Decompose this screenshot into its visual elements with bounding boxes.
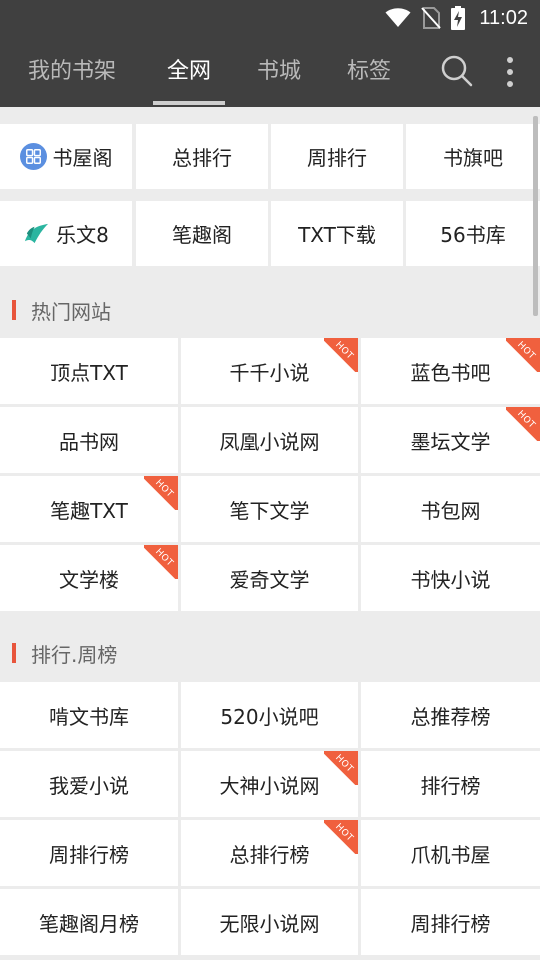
- quick-site-2[interactable]: 总排行: [136, 124, 268, 189]
- section-title: 排行.周榜: [31, 642, 118, 667]
- more-vert-icon[interactable]: [500, 55, 520, 89]
- site-cell[interactable]: 文学楼 HOT: [0, 545, 178, 611]
- quick-site-5[interactable]: 乐文8: [0, 201, 132, 266]
- tab-my-bookshelf[interactable]: 我的书架: [18, 40, 126, 107]
- site-label: 墨坛文学: [410, 429, 491, 454]
- hot-badge: HOT: [324, 751, 358, 785]
- site-label: 蓝色书吧: [410, 360, 491, 385]
- site-label: 爱奇文学: [229, 567, 310, 592]
- quick-site-label: 书旗吧: [443, 146, 503, 170]
- quick-site-3[interactable]: 周排行: [271, 124, 403, 189]
- quick-site-label: 56书库: [440, 223, 506, 247]
- site-cell[interactable]: 凤凰小说网: [181, 407, 358, 473]
- wifi-icon: [385, 8, 411, 27]
- quick-site-1[interactable]: 书屋阁: [0, 124, 132, 189]
- site-cell[interactable]: 爪机书屋: [361, 820, 540, 886]
- quick-site-6[interactable]: 笔趣阁: [136, 201, 268, 266]
- section-accent-bar: [12, 300, 16, 320]
- site-label: 总排行榜: [229, 842, 310, 867]
- site-label: 爪机书屋: [410, 842, 491, 867]
- site-label: 总推荐榜: [410, 704, 491, 729]
- site-cell[interactable]: 总推荐榜: [361, 682, 540, 748]
- clock: 11:02: [479, 6, 528, 29]
- site-label: 我爱小说: [49, 773, 129, 798]
- site-cell[interactable]: 笔趣TXT HOT: [0, 476, 178, 542]
- quick-site-label: 周排行: [307, 146, 367, 170]
- grid-app-icon: [19, 143, 47, 170]
- app-bar: 11:02 我的书架 全网 书城 标签: [0, 0, 540, 107]
- site-label: 笔趣阁月榜: [39, 911, 139, 936]
- leaf-logo-icon: [25, 223, 49, 244]
- site-label: 书包网: [420, 498, 481, 523]
- site-cell[interactable]: 墨坛文学 HOT: [361, 407, 540, 473]
- site-cell[interactable]: 无限小说网: [181, 889, 358, 955]
- site-label: 笔下文学: [229, 498, 310, 523]
- section-header-hot-sites: 热门网站: [0, 285, 540, 335]
- site-label: 顶点TXT: [50, 360, 128, 385]
- site-cell[interactable]: 千千小说 HOT: [181, 338, 358, 404]
- site-cell[interactable]: 笔趣阁月榜: [0, 889, 178, 955]
- quick-site-7[interactable]: TXT下载: [271, 201, 403, 266]
- quick-site-label: 笔趣阁: [172, 223, 232, 247]
- site-label: 笔趣TXT: [50, 498, 128, 523]
- site-cell[interactable]: 顶点TXT: [0, 338, 178, 404]
- site-cell[interactable]: 周排行榜: [361, 889, 540, 955]
- quick-site-label: 书屋阁: [52, 146, 113, 170]
- site-label: 周排行榜: [410, 911, 491, 936]
- site-cell[interactable]: 笔下文学: [181, 476, 358, 542]
- site-cell[interactable]: 啃文书库: [0, 682, 178, 748]
- battery-charging-icon: [451, 6, 466, 30]
- site-cell[interactable]: 大神小说网 HOT: [181, 751, 358, 817]
- section-accent-bar: [12, 643, 16, 663]
- site-cell[interactable]: 排行榜: [361, 751, 540, 817]
- tab-tags[interactable]: 标签: [333, 40, 405, 107]
- hot-badge: HOT: [144, 545, 178, 579]
- site-cell[interactable]: 书快小说: [361, 545, 540, 611]
- site-list: 书屋阁 总排行 周排行 书旗吧 乐文8 笔趣阁 TXT下载 56书库 热门网站 …: [0, 107, 540, 960]
- site-label: 书快小说: [410, 567, 491, 592]
- site-label: 排行榜: [420, 773, 481, 798]
- site-label: 啃文书库: [49, 704, 129, 729]
- quick-site-4[interactable]: 书旗吧: [406, 124, 540, 189]
- active-tab-indicator: [153, 101, 225, 105]
- site-cell[interactable]: 爱奇文学: [181, 545, 358, 611]
- site-cell[interactable]: 我爱小说: [0, 751, 178, 817]
- no-sim-icon: [421, 7, 442, 29]
- site-label: 520小说吧: [220, 704, 319, 729]
- site-label: 周排行榜: [49, 842, 129, 867]
- section-title: 热门网站: [31, 299, 111, 324]
- site-cell[interactable]: 书包网: [361, 476, 540, 542]
- status-bar: 11:02: [385, 4, 528, 32]
- search-icon[interactable]: [441, 55, 473, 87]
- site-label: 千千小说: [229, 360, 310, 385]
- hot-badge: HOT: [324, 820, 358, 854]
- site-cell[interactable]: 周排行榜: [0, 820, 178, 886]
- site-label: 品书网: [59, 429, 119, 454]
- site-cell[interactable]: 品书网: [0, 407, 178, 473]
- site-label: 文学楼: [59, 567, 119, 592]
- site-label: 大神小说网: [219, 773, 320, 798]
- tab-whole-web[interactable]: 全网: [153, 40, 225, 107]
- quick-site-8[interactable]: 56书库: [406, 201, 540, 266]
- site-label: 凤凰小说网: [219, 429, 320, 454]
- section-header-weekly-rank: 排行.周榜: [0, 628, 540, 678]
- quick-site-label: TXT下载: [298, 223, 376, 247]
- scrollbar[interactable]: [533, 116, 538, 316]
- hot-badge: HOT: [144, 476, 178, 510]
- hot-badge: HOT: [506, 407, 540, 441]
- tab-book-city[interactable]: 书城: [243, 40, 315, 107]
- site-label: 无限小说网: [219, 911, 320, 936]
- hot-badge: HOT: [506, 338, 540, 372]
- site-cell[interactable]: 蓝色书吧 HOT: [361, 338, 540, 404]
- quick-site-label: 总排行: [172, 146, 232, 170]
- hot-badge: HOT: [324, 338, 358, 372]
- quick-site-label: 乐文8: [56, 223, 109, 247]
- site-cell[interactable]: 520小说吧: [181, 682, 358, 748]
- site-cell[interactable]: 总排行榜 HOT: [181, 820, 358, 886]
